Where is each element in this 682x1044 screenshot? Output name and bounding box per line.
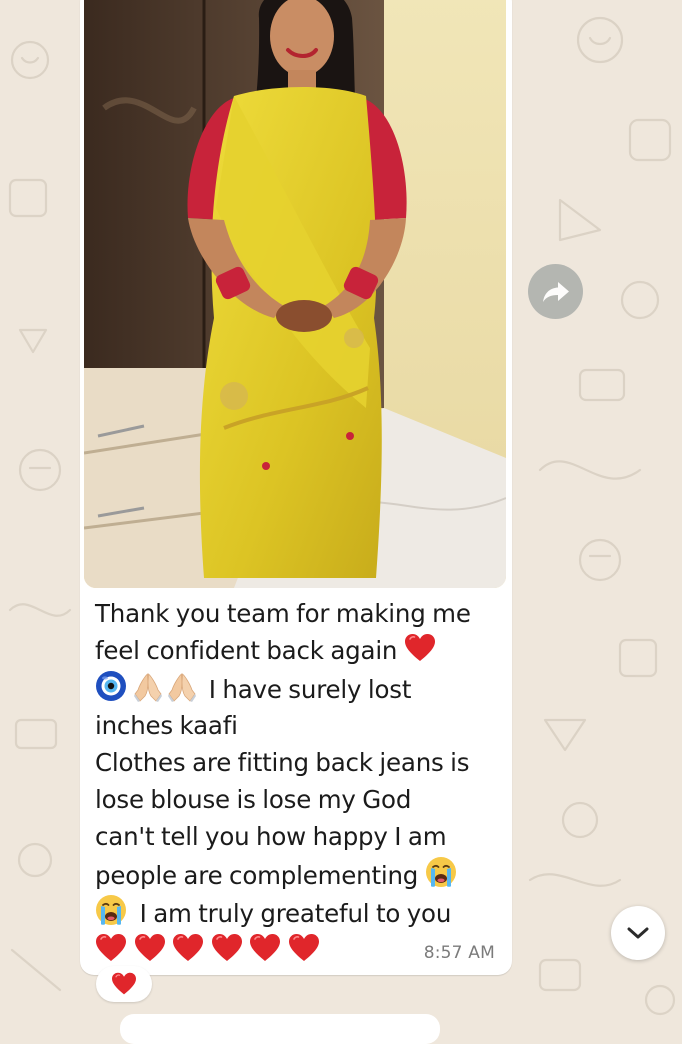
caption-line: people are complementing [95, 860, 419, 890]
caption-line: feel confident back again [95, 635, 398, 665]
caption-line: lose blouse is lose my God [95, 784, 412, 814]
red-heart-emoji [404, 633, 436, 663]
red-heart-emoji [172, 933, 204, 963]
caption-line: can't tell you how happy I am [95, 821, 447, 851]
message-reaction[interactable] [96, 966, 152, 1002]
red-heart-emoji [249, 933, 281, 963]
red-heart-emoji [211, 933, 243, 963]
next-message-bubble[interactable] [120, 1014, 440, 1044]
message-bubble[interactable]: Thank you team for making me feel confid… [80, 0, 512, 975]
scroll-to-bottom-button[interactable] [611, 906, 665, 960]
red-heart-emoji [288, 933, 320, 963]
caption-line: I have surely lost [208, 674, 412, 704]
message-timestamp: 8:57 AM [423, 943, 495, 963]
forward-button[interactable] [528, 264, 583, 319]
red-heart-emoji [134, 933, 166, 963]
chevron-down-icon [627, 927, 649, 939]
nazar-amulet-emoji [95, 670, 127, 702]
forward-share-icon [542, 281, 569, 302]
message-caption: Thank you team for making me feel confid… [95, 596, 503, 970]
caption-line: I am truly greateful to you [139, 899, 452, 929]
red-heart-emoji [95, 933, 127, 963]
folded-hands-emoji [168, 672, 196, 702]
caption-line: Clothes are fitting back jeans is [95, 748, 470, 778]
folded-hands-emoji [134, 672, 162, 702]
message-photo[interactable] [84, 0, 506, 588]
loudly-crying-emoji [95, 894, 127, 926]
red-heart-icon [111, 972, 137, 996]
caption-line: Thank you team for making me [95, 599, 471, 628]
caption-line: inches kaafi [95, 711, 238, 741]
loudly-crying-emoji [425, 856, 457, 888]
